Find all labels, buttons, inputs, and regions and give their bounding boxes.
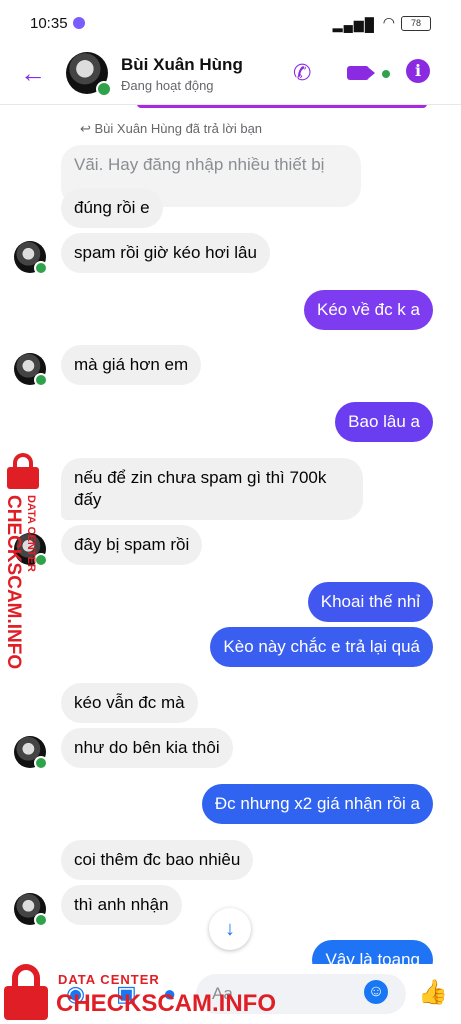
message-line: nếu để zin chưa spam gì thì 700k <box>74 468 327 487</box>
incoming-message[interactable]: nếu để zin chưa spam gì thì 700k đấy <box>61 458 363 520</box>
status-time: 10:35 <box>30 15 68 32</box>
watermark-site: CHECKSCAM.INFO <box>56 990 276 1017</box>
video-call-icon[interactable] <box>347 66 375 80</box>
lock-icon <box>4 964 48 1020</box>
reply-arrow-icon: ↩ <box>80 121 95 136</box>
phone-call-icon[interactable]: ✆ <box>293 60 311 86</box>
reply-note-text: Bùi Xuân Hùng đã trả lời bạn <box>94 121 263 136</box>
watermark-data-center: DATA CENTER <box>25 495 37 572</box>
signal-icon: ▂▄▆█ <box>332 17 375 32</box>
outgoing-message[interactable]: Kéo về đc k a <box>303 290 433 330</box>
watermark-bottom: DATA CENTER CHECKSCAM.INFO <box>0 958 300 1024</box>
video-online-dot <box>382 70 390 78</box>
sender-avatar[interactable] <box>14 241 48 275</box>
incoming-message[interactable]: coi thêm đc bao nhiêu <box>61 840 254 880</box>
online-dot <box>34 913 48 927</box>
online-dot <box>34 756 48 770</box>
battery-icon: 78 <box>401 16 431 31</box>
online-dot <box>34 261 48 275</box>
chat-header: ← Bùi Xuân Hùng Đang hoạt động ✆ i <box>0 46 461 105</box>
message-line: đấy <box>74 490 102 509</box>
incoming-message[interactable]: mà giá hơn em <box>61 345 202 385</box>
emoji-icon[interactable]: ☺ <box>364 980 388 1004</box>
incoming-message[interactable]: spam rồi giờ kéo hơi lâu <box>61 233 270 273</box>
incoming-message[interactable]: đây bị spam rồi <box>61 525 203 565</box>
outgoing-message[interactable]: Kèo này chắc e trả lại quá <box>210 627 433 667</box>
contact-status: Đang hoạt động <box>121 78 214 93</box>
outgoing-message[interactable]: Khoai thế nhỉ <box>307 582 433 622</box>
sender-avatar[interactable] <box>14 353 48 387</box>
outgoing-message[interactable]: Đc nhưng x2 giá nhận rồi a <box>201 784 433 824</box>
incoming-message[interactable]: kéo vẫn đc mà <box>61 683 198 723</box>
sender-avatar[interactable] <box>14 893 48 927</box>
incoming-message[interactable]: đúng rồi e <box>61 188 163 228</box>
reply-indicator: ↩ Bùi Xuân Hùng đã trả lời bạn <box>80 121 262 137</box>
watermark-vertical: DATA CENTER CHECKSCAM.INFO <box>0 453 50 683</box>
contact-name[interactable]: Bùi Xuân Hùng <box>121 55 243 75</box>
status-bar: 10:35 ▂▄▆█ ◠ 78 <box>0 0 461 46</box>
online-indicator <box>96 81 112 97</box>
lock-icon <box>4 453 44 489</box>
watermark-data-center: DATA CENTER <box>58 972 160 987</box>
watermark-site: CHECKSCAM.INFO <box>3 495 24 670</box>
back-arrow-icon[interactable]: ← <box>20 60 46 86</box>
outgoing-message[interactable]: Bao lâu a <box>335 402 433 442</box>
wifi-icon: ◠ <box>382 14 395 30</box>
info-icon[interactable]: i <box>406 59 430 83</box>
scroll-down-icon[interactable]: ↓ <box>209 908 251 950</box>
incoming-message[interactable]: thì anh nhận <box>61 885 182 925</box>
messenger-notification-icon <box>73 17 85 29</box>
incoming-message[interactable]: như do bên kia thôi <box>61 728 233 768</box>
sender-avatar[interactable] <box>14 736 48 770</box>
thumbs-up-icon[interactable]: 👍 <box>418 978 448 1007</box>
online-dot <box>34 373 48 387</box>
